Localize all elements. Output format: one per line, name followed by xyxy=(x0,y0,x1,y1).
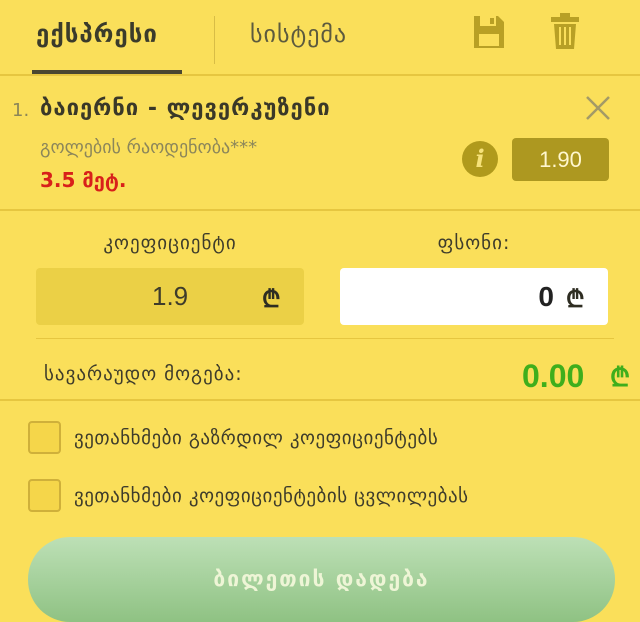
accept-odds-changes-checkbox[interactable] xyxy=(28,479,61,512)
lari-currency-icon: ₾ xyxy=(262,285,281,313)
tab-divider xyxy=(214,16,215,64)
floppy-disk-icon[interactable] xyxy=(472,14,506,50)
potential-winnings-label: სავარაუდო მოგება: xyxy=(44,363,243,385)
potential-winnings-value: 0.00 xyxy=(522,358,585,394)
stake-value[interactable]: 0 xyxy=(538,268,554,325)
bet-type-tabs: ექსპრესი სისტემა xyxy=(0,0,640,76)
place-bet-button-label: ბილეთის დადება xyxy=(213,567,430,591)
lari-currency-icon: ₾ xyxy=(566,285,585,313)
accept-odds-changes-label[interactable]: ვეთანხმები კოეფიციენტების ცვლილებას xyxy=(74,485,469,507)
bet-market: გოლების რაოდენობა*** xyxy=(40,137,258,158)
bet-selection: 3.5 მეტ. xyxy=(40,168,127,192)
coefficient-label: კოეფიციენტი xyxy=(103,232,237,254)
bet-event-title: ბაიერნი - ლევერკუზენი xyxy=(40,96,331,121)
lari-currency-icon: ₾ xyxy=(610,363,631,393)
tab-system[interactable]: სისტემა xyxy=(250,14,347,54)
bet-item-divider xyxy=(0,209,640,211)
bet-odds-badge: 1.90 xyxy=(512,138,609,181)
accept-increased-odds-label[interactable]: ვეთანხმები გაზრდილ კოეფიციენტებს xyxy=(74,427,438,449)
coefficient-value: 1.9 xyxy=(152,281,189,311)
trash-icon[interactable] xyxy=(550,12,580,50)
tab-express[interactable]: ექსპრესი xyxy=(36,14,158,54)
winnings-divider xyxy=(0,399,640,401)
close-icon[interactable] xyxy=(584,94,612,122)
accept-increased-odds-checkbox[interactable] xyxy=(28,421,61,454)
bet-number: 1. xyxy=(12,100,30,121)
tabs-bottom-divider xyxy=(0,74,640,76)
fields-divider xyxy=(36,338,614,339)
stake-input[interactable]: 0 ₾ xyxy=(340,268,608,325)
info-icon[interactable]: i xyxy=(462,141,498,177)
stake-label: ფსონი: xyxy=(437,232,511,254)
place-bet-button[interactable]: ბილეთის დადება xyxy=(28,537,615,622)
coefficient-field: 1.9 ₾ xyxy=(36,268,304,325)
